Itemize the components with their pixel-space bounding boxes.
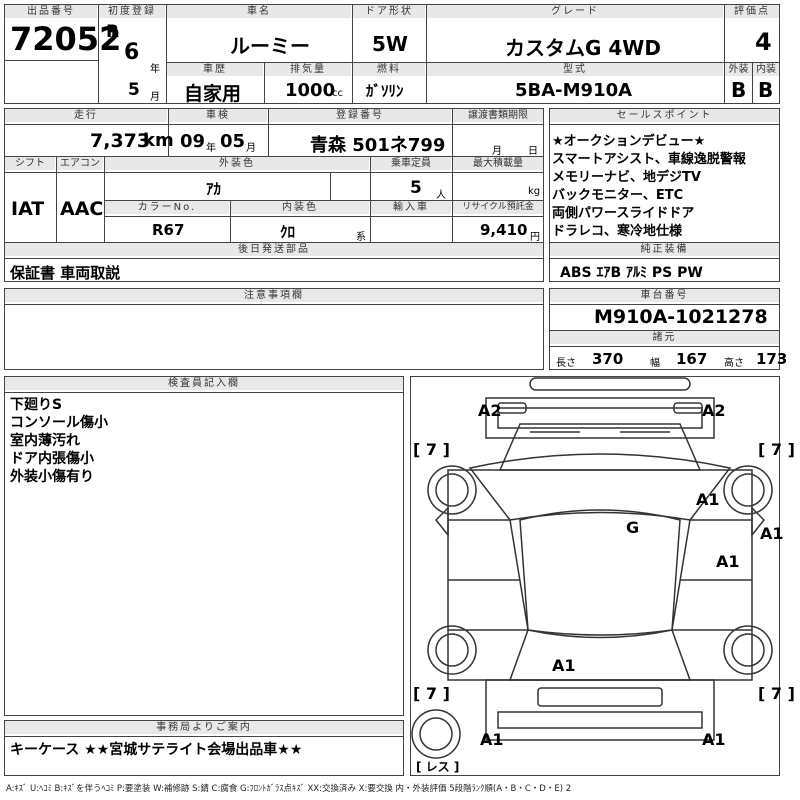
- tire-mark-rear-right: [ 7 ]: [758, 684, 795, 703]
- diagram-mark-a1-fender: A1: [696, 490, 720, 509]
- car-diagram: [411, 377, 773, 759]
- diagram-mark-a1-bumper-right: A1: [702, 730, 726, 749]
- tire-mark-front-left: [ 7 ]: [413, 440, 450, 459]
- office-value: キーケース ★★宮城サテライト会場出品車★★: [10, 742, 303, 758]
- diagram-mark-a1-side: A1: [760, 524, 784, 543]
- diagram-mark-a2-left: A2: [478, 401, 502, 420]
- office-label: 事務局よりご案内: [5, 721, 403, 734]
- legend: A:ｷｽﾞ U:ﾍｺﾐ B:ｷｽﾞを伴うﾍｺﾐ P:要塗装 W:補修跡 S:錆 …: [6, 784, 572, 794]
- diagram-mark-roof: G: [626, 518, 640, 537]
- diagram-mark-a1-door: A1: [716, 552, 740, 571]
- diagram-mark-a1-rear: A1: [552, 656, 576, 675]
- diagram-mark-a2-right: A2: [702, 401, 726, 420]
- tire-mark-front-right: [ 7 ]: [758, 440, 795, 459]
- tire-mark-rear-left: [ 7 ]: [413, 684, 450, 703]
- diagram-mark-a1-bumper-left: A1: [480, 730, 504, 749]
- spare-tire-mark: [ レス ]: [416, 760, 460, 774]
